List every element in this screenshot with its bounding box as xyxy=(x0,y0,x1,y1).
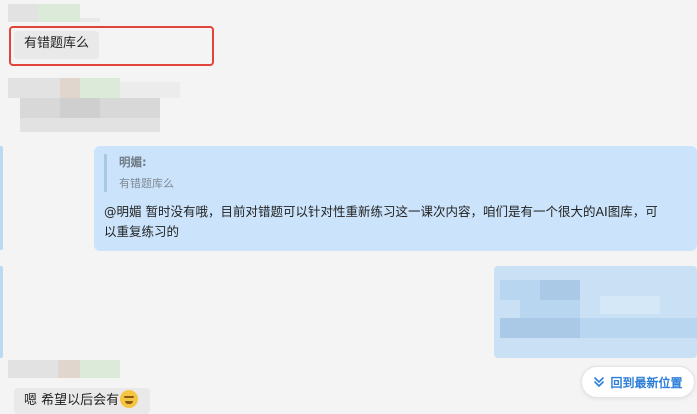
chat-window: { "messages": { "msg1": { "text": "有错题库么… xyxy=(0,0,697,414)
quoted-sender-name: 明媚: xyxy=(119,155,147,169)
scroll-edge-marker xyxy=(0,266,3,358)
reply-text: @明媚 暂时没有哦，目前对错题可以针对性重新练习这一课次内容，咱们是有一个很大的… xyxy=(104,202,694,242)
back-to-latest-label: 回到最新位置 xyxy=(610,375,683,390)
scroll-edge-marker xyxy=(0,146,3,250)
reply-text-line: 以重复练习的 xyxy=(104,224,180,239)
sender-name-redacted xyxy=(38,4,80,22)
back-to-latest-button[interactable]: 回到最新位置 xyxy=(581,366,695,398)
reply-bubble[interactable]: 明媚: 有错题库么 @明媚 暂时没有哦，目前对错题可以针对性重新练习这一课次内容… xyxy=(94,146,697,251)
quoted-message[interactable]: 明媚: 有错题库么 xyxy=(104,154,174,192)
double-chevron-down-icon xyxy=(593,376,605,388)
sender-name-redacted xyxy=(8,4,38,22)
reply-text-line: @明媚 暂时没有哦，目前对错题可以针对性重新练习这一课次内容，咱们是有一个很大的… xyxy=(104,204,658,219)
highlight-annotation xyxy=(9,26,214,66)
message-text: 嗯 希望以后会有 xyxy=(24,393,120,408)
grin-emoji-icon xyxy=(120,390,139,408)
message-bubble[interactable]: 嗯 希望以后会有 xyxy=(14,388,151,414)
sender-name-redacted xyxy=(80,18,100,22)
quoted-text: 有错题库么 xyxy=(119,177,174,190)
